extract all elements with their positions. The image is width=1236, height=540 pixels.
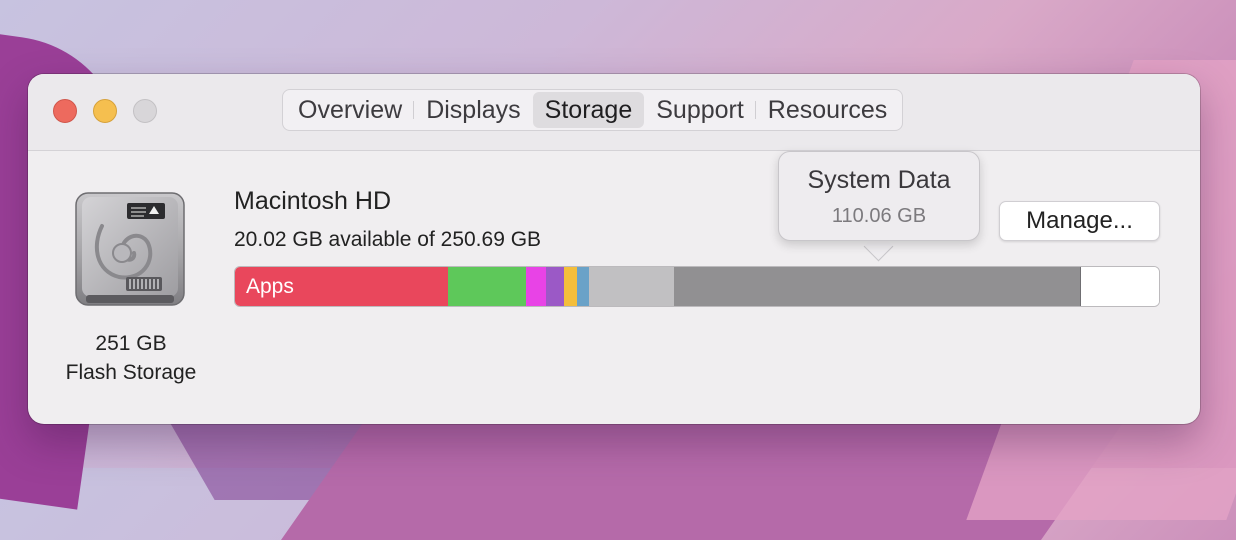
tooltip-title: System Data: [807, 166, 951, 194]
zoom-button[interactable]: [133, 99, 157, 123]
tab-displays[interactable]: Displays: [413, 92, 532, 128]
close-button[interactable]: [53, 99, 77, 123]
tab-resources[interactable]: Resources: [754, 92, 900, 128]
minimize-button[interactable]: [93, 99, 117, 123]
storage-segment-green[interactable]: [448, 267, 526, 306]
storage-segment-free[interactable]: [1080, 267, 1159, 306]
storage-segment-yellow[interactable]: [563, 267, 578, 306]
apps-segment-label: Apps: [246, 275, 294, 298]
disk-caption: 251 GB Flash Storage: [28, 329, 234, 387]
tab-support[interactable]: Support: [644, 92, 756, 128]
manage-button[interactable]: Manage...: [999, 201, 1160, 241]
tab-storage[interactable]: Storage: [532, 92, 645, 128]
tab-overview[interactable]: Overview: [286, 92, 414, 128]
storage-segment-system-data[interactable]: [674, 267, 1081, 306]
storage-segment-light-gray[interactable]: [589, 267, 675, 306]
disk-capacity: 251 GB: [95, 332, 167, 355]
storage-segment-apps[interactable]: Apps: [235, 267, 449, 306]
storage-segment-purple[interactable]: [546, 267, 564, 306]
volume-name: Macintosh HD: [234, 187, 391, 215]
hard-drive-icon: [74, 191, 186, 309]
tab-bar: Overview Displays Storage Support Resour…: [282, 89, 904, 131]
volume-available: 20.02 GB available of 250.69 GB: [234, 228, 542, 251]
storage-segment-magenta[interactable]: [525, 267, 547, 306]
disk-type: Flash Storage: [65, 361, 197, 384]
about-this-mac-window: Overview Displays Storage Support Resour…: [28, 74, 1200, 424]
tooltip-value: 110.06 GB: [831, 205, 927, 227]
storage-segment-blue[interactable]: [577, 267, 590, 306]
system-data-tooltip: System Data 110.06 GB: [778, 151, 980, 241]
storage-bar[interactable]: Apps: [234, 266, 1160, 307]
title-bar: Overview Displays Storage Support Resour…: [28, 74, 1200, 151]
